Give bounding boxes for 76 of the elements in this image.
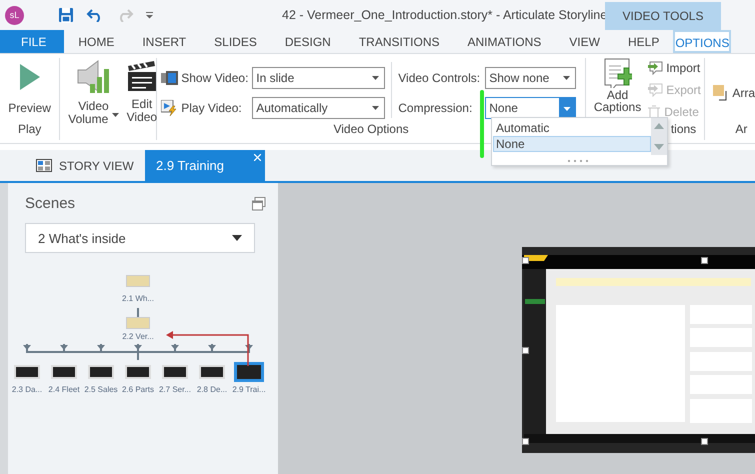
field-label: Play Video: — [181, 101, 243, 115]
app-logo: sL — [5, 6, 24, 24]
field-label: Compression: — [398, 101, 474, 115]
restore-icon[interactable] — [252, 196, 266, 210]
save-icon[interactable] — [58, 7, 74, 23]
import-icon — [647, 61, 664, 75]
scroll-bar[interactable] — [651, 118, 667, 155]
ribbon-tab[interactable]: FILE — [0, 30, 64, 53]
slide-tab[interactable]: 2.9 Training — [145, 150, 265, 181]
slide-thumbnail[interactable] — [234, 362, 264, 382]
dropdown-field[interactable]: In slide — [252, 67, 386, 89]
video-screen-icon — [161, 71, 178, 85]
highlight-line — [480, 90, 484, 158]
speaker-icon — [76, 60, 110, 94]
panel-title: Scenes — [25, 195, 76, 212]
resize-handle[interactable] — [701, 438, 708, 445]
caret-icon — [372, 106, 380, 110]
play-icon — [20, 64, 40, 90]
slide-label[interactable]: 2.7 Ser... — [158, 385, 192, 394]
preview-button[interactable]: Preview — [8, 60, 51, 115]
ribbon-tab[interactable]: SLIDES — [200, 30, 271, 53]
add-captions-button[interactable]: Add Captions — [594, 58, 642, 113]
group-label: Video Options — [333, 122, 409, 138]
ribbon-tab[interactable]: INSERT — [128, 30, 200, 53]
field-label: Show Video: — [181, 71, 250, 85]
ribbon-tab[interactable]: DESIGN — [270, 30, 345, 53]
slide-label[interactable]: 2.8 De... — [196, 385, 228, 394]
dropdown-field[interactable]: Automatically — [252, 97, 386, 119]
caret-icon — [372, 76, 380, 80]
ribbon-tab[interactable]: HELP — [614, 30, 674, 53]
slide-label[interactable]: 2.5 Sales — [84, 385, 118, 394]
slide-thumbnail[interactable] — [126, 275, 150, 287]
slide-label[interactable]: 2.9 Trai... — [232, 385, 266, 394]
scroll-up-icon[interactable] — [654, 123, 664, 129]
close-icon[interactable] — [254, 154, 261, 161]
import-button[interactable]: Import — [647, 60, 701, 76]
caret-icon — [563, 76, 570, 80]
dropdown-option[interactable]: None — [493, 136, 651, 152]
ribbon-tab[interactable]: OPTIONS — [673, 30, 732, 53]
ribbon-tab[interactable]: ANIMATIONS — [454, 30, 556, 53]
add-captions-icon — [604, 58, 632, 88]
dropdown-option[interactable]: Automatic — [493, 120, 651, 136]
resize-handle[interactable] — [522, 347, 529, 354]
ribbon-tab[interactable]: TRANSITIONS — [344, 30, 454, 53]
customize-icon[interactable] — [146, 12, 154, 18]
resize-handle[interactable] — [701, 257, 708, 264]
group-label: Ar — [734, 122, 748, 138]
group-label: Play — [18, 122, 42, 138]
slide-label[interactable]: 2.2 Ver... — [122, 332, 154, 341]
arrange-button[interactable]: Arra — [713, 85, 755, 101]
arrange-icon — [713, 85, 730, 101]
slide-label[interactable]: 2.6 Parts — [122, 385, 154, 394]
slide-label[interactable]: 2.1 Wh... — [122, 294, 154, 303]
caret-icon — [232, 235, 242, 241]
clapperboard-icon — [126, 60, 157, 92]
dropdown-field[interactable]: Show none — [485, 67, 576, 89]
resize-handle[interactable] — [522, 438, 529, 445]
field-label: Video Controls: — [398, 71, 482, 85]
ribbon-tab[interactable]: VIEW — [555, 30, 614, 53]
video-volume-button[interactable]: Video Volume — [68, 58, 119, 126]
export-icon — [647, 83, 664, 97]
group-label: tions — [670, 122, 696, 138]
scene-dropdown[interactable]: 2 What's inside — [25, 223, 255, 253]
window-title: 42 - Vermeer_One_Introduction.story* - Articulate Storyline — [282, 8, 608, 22]
story-view-tab[interactable]: STORY VIEW — [25, 150, 145, 181]
trash-icon — [647, 105, 662, 119]
context-tab-label: VIDEO TOOLS — [605, 2, 721, 30]
play-video-icon — [161, 100, 178, 116]
resize-handle[interactable] — [522, 257, 529, 264]
slide-label[interactable]: 2.4 Fleet — [48, 385, 80, 394]
slide-thumbnail[interactable] — [126, 317, 150, 329]
edit-video-button[interactable]: Edit Video — [126, 58, 158, 124]
slide-label[interactable]: 2.3 Da... — [12, 385, 42, 394]
grid-icon — [36, 159, 52, 172]
ribbon-tab[interactable]: HOME — [64, 30, 128, 53]
dropdown-field[interactable]: None — [485, 97, 576, 119]
